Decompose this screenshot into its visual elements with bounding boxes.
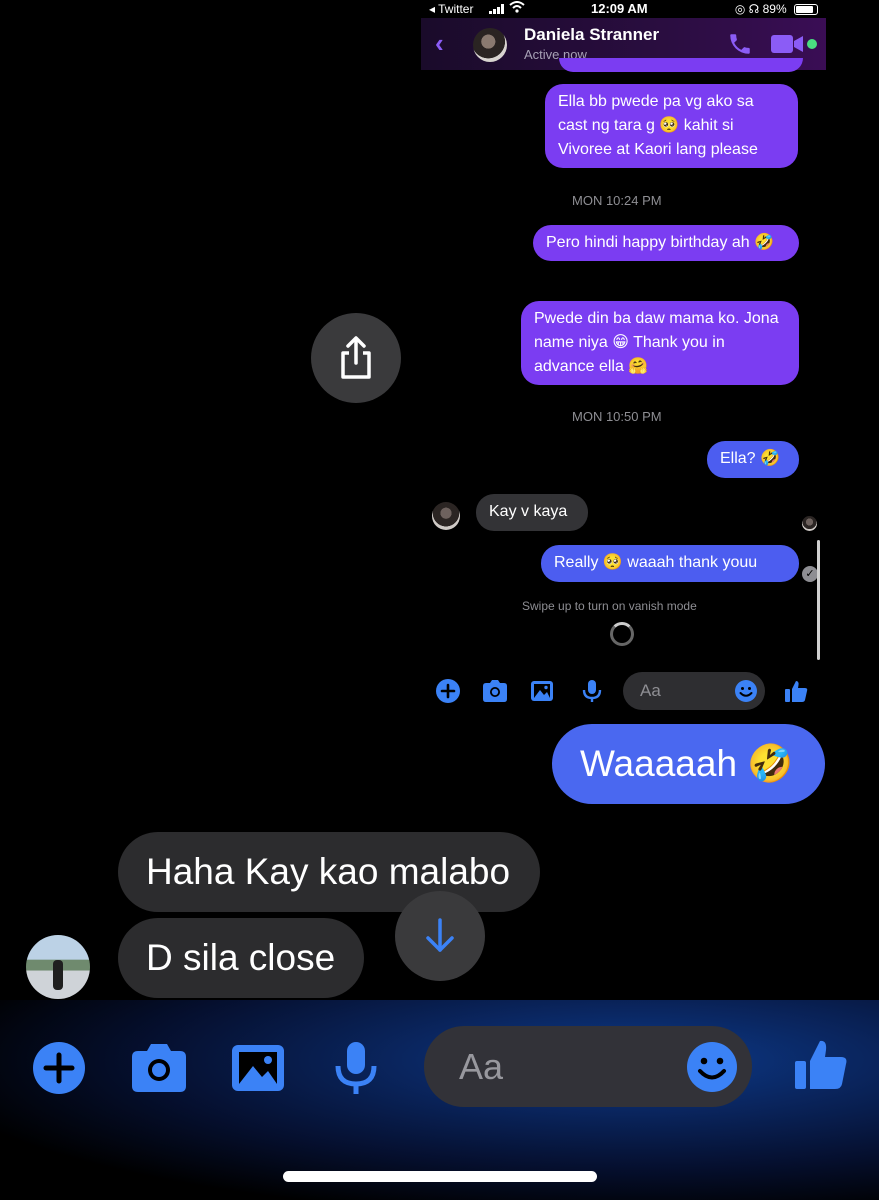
shared-screenshot: ◂ Twitter 12:09 AM ◎ ☊ 89% ‹ Daniela Str… <box>421 0 826 712</box>
message-input[interactable]: Aa <box>623 672 765 710</box>
online-indicator <box>807 39 817 49</box>
contact-avatar-small <box>432 502 460 530</box>
status-right: ◎ ☊ 89% <box>735 2 818 16</box>
composer-bar-large: Aa <box>0 1025 879 1111</box>
scroll-down-arrow-icon <box>426 918 454 952</box>
message-bubble[interactable]: Ella? 🤣 <box>707 441 799 478</box>
composer-bar: Aa <box>421 670 826 712</box>
message-bubble-large[interactable]: Waaaaah 🤣 <box>552 724 825 804</box>
status-bar: ◂ Twitter 12:09 AM ◎ ☊ 89% <box>421 0 826 18</box>
message-input-large[interactable]: Aa <box>424 1026 752 1107</box>
message-bubble[interactable]: Pero hindi happy birthday ah 🤣 <box>533 225 799 261</box>
message-input-placeholder: Aa <box>640 681 661 700</box>
back-to-app-link[interactable]: ◂ Twitter <box>429 2 473 16</box>
video-icon[interactable] <box>771 33 805 55</box>
plus-icon[interactable] <box>435 678 461 704</box>
contact-name[interactable]: Daniela Stranner <box>524 25 659 45</box>
plus-icon[interactable] <box>31 1040 87 1096</box>
message-bubble[interactable]: Ella bb pwede pa vg ako sa cast ng tara … <box>545 84 798 168</box>
gallery-icon[interactable] <box>230 1040 286 1096</box>
timestamp: MON 10:50 PM <box>572 409 662 424</box>
phone-icon[interactable] <box>727 31 753 57</box>
avatar-photo-figure <box>53 960 63 990</box>
message-bubble[interactable]: Really 🥺 waaah thank youu <box>541 545 799 582</box>
battery-icon <box>794 4 818 16</box>
status-time: 12:09 AM <box>591 1 648 16</box>
loading-spinner <box>610 622 634 646</box>
microphone-icon[interactable] <box>579 678 605 704</box>
scroll-to-bottom-button[interactable] <box>395 891 485 981</box>
gallery-icon[interactable] <box>529 678 555 704</box>
contact-avatar[interactable] <box>473 28 507 62</box>
vanish-mode-hint: Swipe up to turn on vanish mode <box>522 599 697 613</box>
battery-percent: 89% <box>762 2 787 16</box>
back-chevron-icon[interactable]: ‹ <box>435 28 444 59</box>
thumbs-up-icon[interactable] <box>793 1037 849 1093</box>
message-bubble[interactable]: Kay v kaya <box>476 494 588 531</box>
thumbs-up-icon[interactable] <box>783 678 809 704</box>
headphones-icon: ◎ ☊ <box>734 2 763 16</box>
message-bubble-partial <box>559 58 803 72</box>
camera-icon[interactable] <box>481 678 507 704</box>
share-button[interactable] <box>311 313 401 403</box>
message-bubble-large[interactable]: D sila close <box>118 918 364 998</box>
sent-check-icon: ✓ <box>802 566 818 582</box>
contact-avatar-large[interactable] <box>26 935 90 999</box>
message-input-placeholder: Aa <box>459 1046 504 1087</box>
microphone-icon[interactable] <box>328 1040 384 1096</box>
signal-icon <box>489 3 505 17</box>
emoji-icon[interactable] <box>686 1041 738 1093</box>
message-bubble[interactable]: Pwede din ba daw mama ko. Jona name niya… <box>521 301 799 385</box>
message-bubble-large[interactable]: Haha Kay kao malabo <box>118 832 540 912</box>
read-receipt-avatar <box>802 516 817 531</box>
home-indicator[interactable] <box>283 1171 597 1182</box>
camera-icon[interactable] <box>130 1040 186 1096</box>
scrollbar[interactable] <box>817 540 820 660</box>
wifi-icon <box>509 1 525 16</box>
timestamp: MON 10:24 PM <box>572 193 662 208</box>
emoji-icon[interactable] <box>734 679 758 703</box>
share-icon <box>341 336 371 379</box>
